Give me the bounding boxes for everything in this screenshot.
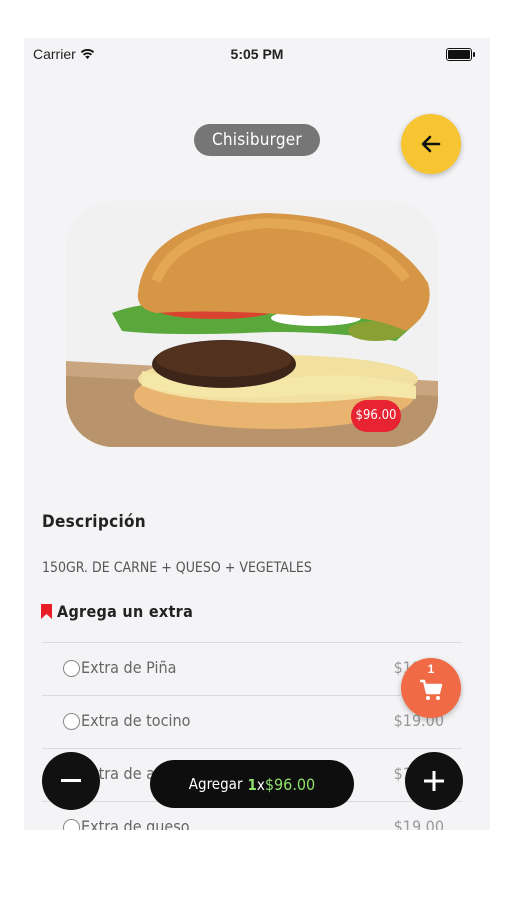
description-heading: Descripción	[42, 512, 146, 532]
minus-icon	[61, 779, 81, 782]
extra-checkbox[interactable]	[63, 819, 80, 830]
extra-checkbox[interactable]	[63, 713, 80, 730]
plus-icon	[424, 771, 444, 791]
cart-icon	[420, 679, 443, 700]
extras-header: Agrega un extra	[40, 602, 193, 621]
price-badge: $96.00	[351, 400, 401, 432]
extra-price: $19.00	[393, 817, 444, 830]
arrow-left-icon	[421, 135, 441, 153]
list-item[interactable]: Extra de Piña $19.00	[42, 643, 462, 696]
add-label: Agregar	[188, 775, 243, 793]
battery-icon	[446, 48, 475, 61]
description-text: 150GR. DE CARNE + QUESO + VEGETALES	[42, 560, 312, 576]
extra-label: Extra de tocino	[81, 711, 191, 730]
add-total: $96.00	[264, 774, 316, 794]
add-separator: x	[256, 775, 265, 794]
bookmark-icon	[41, 604, 52, 619]
extra-label: Extra de queso	[81, 817, 190, 830]
product-title: Chisiburger	[194, 124, 320, 156]
add-quantity: 1	[247, 775, 257, 794]
extra-label: Extra de Piña	[81, 658, 177, 677]
extras-heading: Agrega un extra	[57, 602, 194, 621]
clock: 5:05 PM	[230, 46, 284, 62]
cart-button[interactable]: 1	[401, 658, 461, 718]
back-button[interactable]	[401, 114, 461, 174]
list-item[interactable]: Extra de tocino $19.00	[42, 696, 462, 749]
cart-count-badge: 1	[427, 662, 435, 676]
add-to-cart-button[interactable]: Agregar 1x$96.00	[150, 760, 354, 808]
increase-quantity-button[interactable]	[405, 752, 463, 810]
app-screen: Carrier 5:05 PM Chisiburger $96.00 Descr…	[24, 38, 490, 830]
extra-checkbox[interactable]	[63, 660, 80, 677]
status-bar: Carrier 5:05 PM	[24, 38, 490, 72]
decrease-quantity-button[interactable]	[42, 752, 100, 810]
